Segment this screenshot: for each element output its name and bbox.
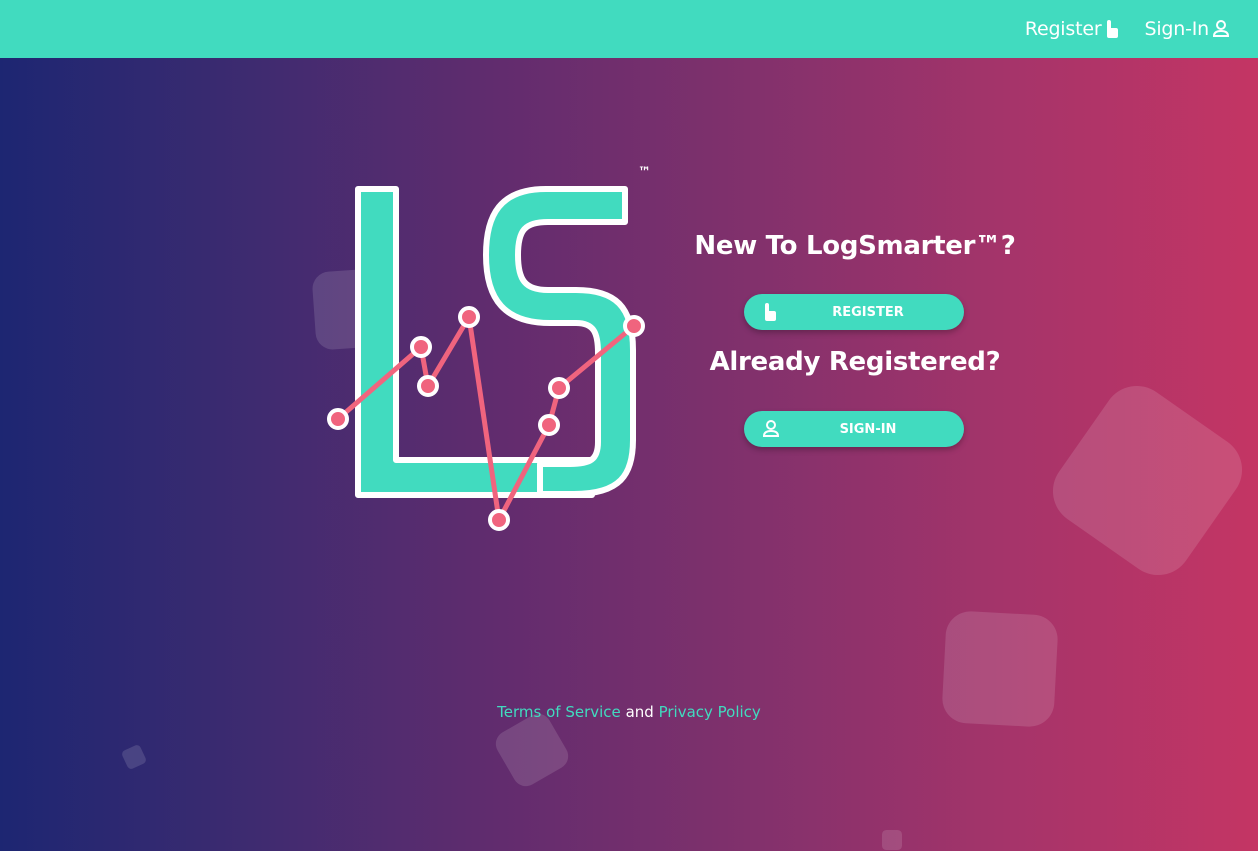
- user-icon: [1212, 19, 1230, 39]
- decor-square: [1039, 372, 1256, 589]
- legal-footer: Terms of Service and Privacy Policy: [0, 703, 1258, 721]
- existing-user-heading: Already Registered?: [709, 347, 1001, 377]
- pointer-hand-icon: [762, 302, 778, 326]
- nav-signin-link[interactable]: Sign-In: [1144, 18, 1230, 40]
- footer-conjunction: and: [625, 703, 654, 721]
- decor-square: [120, 743, 148, 771]
- hero-section: ™ New To LogSmarter™? REGISTER Already R…: [0, 58, 1258, 851]
- nav-signin-label: Sign-In: [1144, 18, 1209, 40]
- decor-square: [491, 709, 573, 791]
- user-icon: [762, 419, 780, 443]
- register-button[interactable]: REGISTER: [744, 294, 964, 330]
- top-bar: Register Sign-In: [0, 0, 1258, 58]
- new-user-heading: New To LogSmarter™?: [694, 231, 1016, 261]
- logo-trademark: ™: [638, 165, 651, 180]
- decor-square: [882, 830, 902, 850]
- logsmarter-logo: [300, 163, 660, 547]
- privacy-policy-link[interactable]: Privacy Policy: [659, 703, 761, 721]
- nav-register-label: Register: [1024, 18, 1102, 40]
- signin-button[interactable]: SIGN-IN: [744, 411, 964, 447]
- terms-of-service-link[interactable]: Terms of Service: [497, 703, 621, 721]
- nav-register-link[interactable]: Register: [1025, 18, 1121, 40]
- pointer-hand-icon: [1104, 19, 1120, 39]
- top-nav: Register Sign-In: [1025, 0, 1230, 58]
